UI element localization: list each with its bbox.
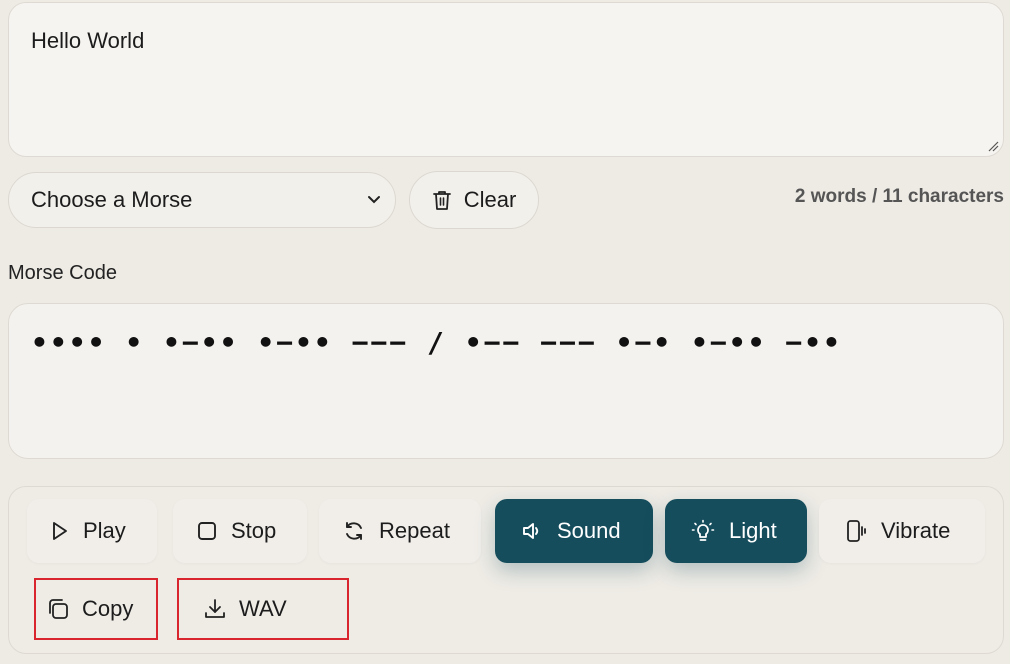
repeat-button[interactable]: Repeat (319, 499, 481, 563)
morse-code-label: Morse Code (8, 262, 117, 284)
stop-button[interactable]: Stop (173, 499, 307, 563)
controls-panel: Play Stop Repeat Sound Light Vibrate Cop… (8, 486, 1004, 654)
repeat-button-label: Repeat (379, 518, 450, 543)
copy-button-label: Copy (82, 596, 134, 621)
morse-output[interactable]: •••• • •−•• •−•• −−− / •−− −−− •−• •−•• … (8, 303, 1004, 459)
download-icon (205, 599, 225, 618)
play-button-label: Play (83, 518, 126, 543)
play-icon (53, 522, 67, 540)
stop-icon (198, 522, 216, 540)
sound-button-label: Sound (557, 518, 621, 543)
wav-download-button-label: WAV (239, 596, 287, 621)
clear-button-label: Clear (463, 187, 517, 212)
light-button-label: Light (729, 518, 777, 543)
vibrate-button[interactable]: Vibrate (819, 499, 985, 563)
morse-output-text: •••• • •−•• •−•• −−− / •−− −−− •−• •−•• … (31, 326, 842, 359)
copy-icon (49, 599, 68, 619)
morse-select-value: Choose a Morse (31, 187, 193, 212)
sound-button[interactable]: Sound (495, 499, 653, 563)
stop-button-label: Stop (231, 518, 277, 543)
vibrate-phone-icon (847, 520, 866, 542)
trash-icon (432, 191, 451, 210)
text-input[interactable]: Hello World (8, 2, 1004, 157)
word-char-count: 2 words / 11 characters (794, 186, 1004, 207)
copy-button[interactable]: Copy (34, 578, 158, 640)
refresh-icon (346, 522, 362, 540)
morse-select[interactable]: Choose a Morse (8, 172, 396, 228)
vibrate-button-label: Vibrate (881, 518, 951, 543)
speaker-icon (523, 523, 539, 539)
lightbulb-icon (691, 519, 715, 541)
clear-button[interactable]: Clear (409, 171, 539, 229)
chevron-down-icon (367, 195, 381, 205)
resize-handle-icon[interactable] (987, 140, 999, 152)
wav-download-button[interactable]: WAV (177, 578, 349, 640)
text-input-value: Hello World (31, 28, 145, 53)
light-button[interactable]: Light (665, 499, 807, 563)
play-button[interactable]: Play (27, 499, 157, 563)
